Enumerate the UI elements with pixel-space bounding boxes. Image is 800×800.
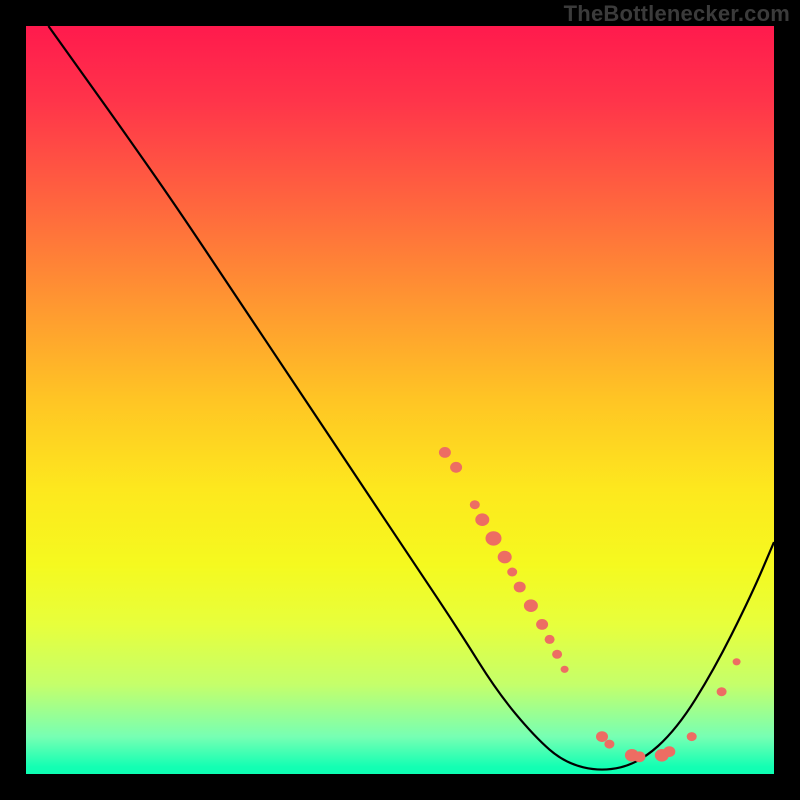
- data-dot: [475, 513, 489, 526]
- data-dot: [717, 687, 727, 696]
- data-dot: [486, 531, 502, 545]
- data-dot: [633, 751, 645, 762]
- data-dot: [524, 599, 538, 612]
- data-dot: [596, 731, 608, 742]
- data-dot: [561, 666, 569, 673]
- dots-group: [439, 447, 741, 762]
- data-dot: [450, 462, 462, 473]
- data-dot: [536, 619, 548, 630]
- data-dot: [514, 582, 526, 593]
- data-dot: [470, 500, 480, 509]
- data-dot: [439, 447, 451, 458]
- data-dot: [507, 568, 517, 577]
- data-dot: [545, 635, 555, 644]
- data-dot: [552, 650, 562, 659]
- plot-area: [26, 26, 774, 774]
- chart-svg: [26, 26, 774, 774]
- attribution-text: TheBottlenecker.com: [564, 1, 790, 27]
- data-dot: [663, 746, 675, 757]
- data-dot: [687, 732, 697, 741]
- chart-stage: TheBottlenecker.com: [0, 0, 800, 800]
- bottleneck-curve: [48, 26, 774, 770]
- data-dot: [604, 740, 614, 749]
- data-dot: [498, 551, 512, 564]
- data-dot: [733, 658, 741, 665]
